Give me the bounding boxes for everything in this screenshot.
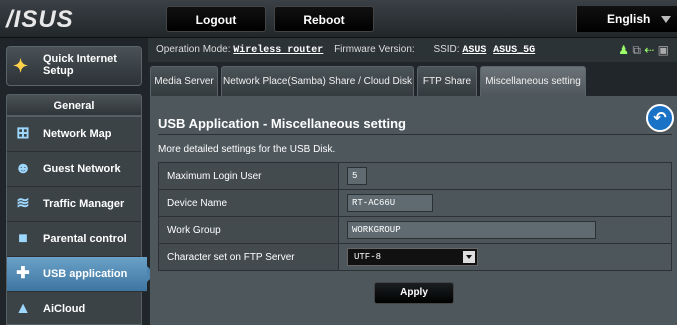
tab-miscellaneous-setting[interactable]: Miscellaneous setting (480, 66, 586, 96)
max-login-user-label: Maximum Login User (158, 162, 339, 190)
router-admin-page: /ISUS Logout Reboot English ✦ Quick Inte… (0, 0, 677, 325)
ftp-charset-select[interactable]: UTF-8 (347, 248, 478, 266)
apply-button[interactable]: Apply (374, 282, 454, 304)
chevron-down-icon (463, 251, 475, 263)
ssid-label: SSID: (433, 44, 460, 55)
asus-logo: /ISUS (6, 6, 74, 33)
nav-list: ⊞ Network Map ☻ Guest Network ≋ Traffic … (6, 116, 155, 325)
logout-button[interactable]: Logout (166, 6, 266, 32)
sidebar-item-label: Traffic Manager (43, 198, 125, 210)
tab-bar: Media Server Network Place(Samba) Share … (148, 66, 677, 96)
table-row: Work Group WORKGROUP (158, 216, 672, 244)
general-section-header: General (6, 94, 142, 116)
operation-mode-label: Operation Mode: (156, 44, 231, 55)
table-row: Device Name RT-AC66U (158, 189, 672, 217)
sidebar-item-usb-application[interactable]: ✚ USB application (7, 257, 155, 292)
sidebar-item-label: Parental control (43, 233, 127, 245)
device-name-label: Device Name (158, 189, 339, 217)
sidebar: ✦ Quick Internet Setup General ⊞ Network… (0, 38, 155, 325)
guest-network-icon: ☻ (14, 160, 32, 177)
main-panel: USB Application - Miscellaneous setting … (150, 96, 677, 325)
language-label: English (607, 12, 651, 26)
page-description: More detailed settings for the USB Disk. (158, 144, 336, 155)
device-name-input[interactable]: RT-AC66U (347, 194, 433, 212)
ssid-5g-link[interactable]: ASUS_5G (493, 45, 535, 56)
magic-wand-icon: ✦ (13, 56, 29, 76)
sidebar-item-label: AiCloud (43, 303, 86, 315)
table-row: Character set on FTP Server UTF-8 (158, 243, 672, 271)
network-map-icon: ⊞ (16, 125, 30, 142)
ftp-charset-value: UTF-8 (354, 252, 382, 262)
firmware-label: Firmware Version: (334, 44, 415, 55)
traffic-manager-icon: ≋ (16, 195, 30, 212)
ftp-charset-label: Character set on FTP Server (158, 243, 339, 271)
table-row: Maximum Login User 5 (158, 162, 672, 190)
quick-internet-setup-button[interactable]: ✦ Quick Internet Setup (6, 46, 142, 86)
ssid-24g-link[interactable]: ASUS (462, 45, 486, 56)
sidebar-item-traffic-manager[interactable]: ≋ Traffic Manager (7, 187, 141, 222)
settings-table: Maximum Login User 5 Device Name RT-AC66… (158, 162, 672, 271)
back-icon[interactable]: ↶ (646, 104, 674, 132)
sidebar-item-guest-network[interactable]: ☻ Guest Network (7, 152, 141, 187)
usb-status-icon[interactable]: ⇠ (644, 43, 654, 57)
sidebar-item-aicloud[interactable]: ▲ AiCloud (7, 292, 141, 325)
top-bar: /ISUS Logout Reboot English (0, 0, 677, 38)
reboot-button[interactable]: Reboot (274, 6, 374, 32)
sidebar-item-label: Guest Network (43, 163, 121, 175)
aicloud-icon: ▲ (15, 300, 31, 317)
usb-application-icon: ✚ (16, 265, 30, 282)
sidebar-item-parental-control[interactable]: ■ Parental control (7, 222, 141, 257)
printer-status-icon[interactable]: ▣ (658, 43, 669, 57)
work-group-input[interactable]: WORKGROUP (347, 221, 596, 239)
parental-control-icon: ■ (18, 230, 28, 247)
status-bar: Operation Mode: Wireless router Firmware… (148, 38, 677, 62)
tab-samba-share[interactable]: Network Place(Samba) Share / Cloud Disk (221, 66, 414, 96)
tab-ftp-share[interactable]: FTP Share (417, 66, 477, 96)
chevron-down-icon (661, 16, 671, 23)
network-status-icon[interactable]: ⧉ (632, 43, 641, 57)
status-icons: ♟ ⧉ ⇠ ▣ (618, 38, 669, 62)
operation-mode-link[interactable]: Wireless router (233, 45, 323, 56)
page-title: USB Application - Miscellaneous setting (158, 116, 406, 131)
work-group-label: Work Group (158, 216, 339, 244)
sidebar-item-label: USB application (43, 268, 128, 280)
sidebar-item-network-map[interactable]: ⊞ Network Map (7, 117, 141, 152)
sidebar-item-label: Network Map (43, 128, 112, 140)
client-status-icon[interactable]: ♟ (618, 43, 629, 57)
language-selector[interactable]: English (576, 6, 677, 32)
title-divider (158, 134, 672, 135)
tab-media-server[interactable]: Media Server (150, 66, 218, 96)
quick-setup-label: Quick Internet Setup (43, 53, 117, 77)
max-login-user-input[interactable]: 5 (347, 167, 367, 185)
